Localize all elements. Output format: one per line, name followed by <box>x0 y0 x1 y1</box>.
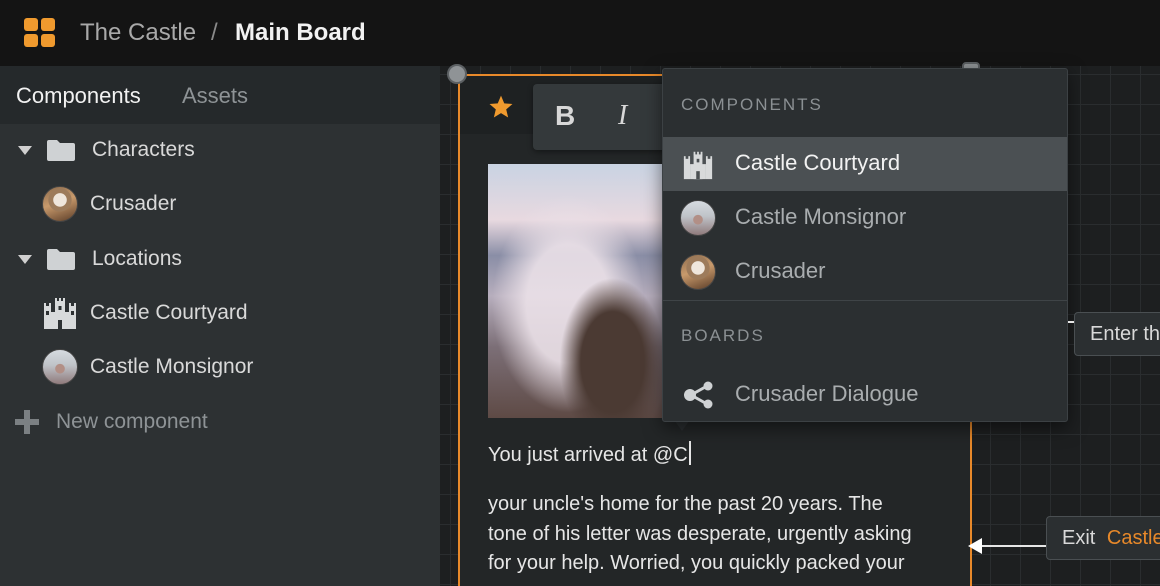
app-grid-icon[interactable] <box>24 18 55 47</box>
avatar <box>680 254 716 290</box>
sidebar-item-label: Castle Monsignor <box>90 355 254 378</box>
dropdown-item-crusader-dialogue[interactable]: Crusader Dialogue <box>663 368 1067 422</box>
italic-button[interactable]: I <box>618 100 627 132</box>
sidebar-item-castle-courtyard[interactable]: Castle Courtyard <box>0 287 440 339</box>
folder-icon <box>47 249 75 270</box>
sidebar: Components Assets Characters Crusader Lo… <box>0 66 440 586</box>
format-toolbar: B I <box>533 84 673 150</box>
castle-icon <box>683 151 713 180</box>
bold-button[interactable]: B <box>555 100 575 132</box>
folder-icon <box>47 140 75 161</box>
top-bar: The Castle / Main Board <box>0 0 1160 66</box>
new-component-label: New component <box>56 410 208 433</box>
tab-assets[interactable]: Assets <box>182 81 248 111</box>
sidebar-tabs: Components Assets <box>0 66 440 124</box>
chevron-down-icon[interactable] <box>18 254 32 264</box>
dropdown-section-components: COMPONENTS <box>681 95 823 114</box>
sidebar-item-label: Characters <box>92 138 195 161</box>
node-image <box>488 164 666 418</box>
exit-node-label: Exit <box>1062 527 1096 549</box>
exit-node[interactable]: Exit Castle <box>1046 516 1160 560</box>
text-cursor <box>688 441 691 465</box>
enter-node-label: Enter th <box>1090 323 1160 345</box>
editor-typed-line[interactable]: You just arrived at @C <box>488 441 691 467</box>
sidebar-item-label: Crusader <box>90 192 177 215</box>
breadcrumb-project[interactable]: The Castle <box>80 18 196 48</box>
dropdown-item-castle-monsignor[interactable]: Castle Monsignor <box>663 191 1067 245</box>
dropdown-item-crusader[interactable]: Crusader <box>663 245 1067 299</box>
arrow-left-icon <box>968 538 982 554</box>
dropdown-item-label: Castle Courtyard <box>735 150 901 175</box>
editor-paragraph-line[interactable]: your uncle's home for the past 20 years.… <box>488 493 883 516</box>
new-component-button[interactable]: New component <box>0 396 440 448</box>
tab-components[interactable]: Components <box>16 81 141 111</box>
sidebar-item-crusader[interactable]: Crusader <box>0 178 440 230</box>
enter-node[interactable]: Enter th <box>1074 312 1160 356</box>
chevron-down-icon[interactable] <box>18 145 32 155</box>
connection-handle[interactable] <box>447 64 467 84</box>
dropdown-item-label: Crusader <box>735 258 826 283</box>
editor-paragraph-line[interactable]: tone of his letter was desperate, urgent… <box>488 523 912 546</box>
breadcrumb-separator: / <box>211 19 218 46</box>
plus-icon <box>15 410 39 434</box>
sidebar-folder-locations[interactable]: Locations <box>0 233 440 285</box>
mention-dropdown: COMPONENTS Castle Courtyard Castle Monsi… <box>662 68 1068 422</box>
sidebar-item-castle-monsignor[interactable]: Castle Monsignor <box>0 341 440 393</box>
dropdown-item-label: Castle Monsignor <box>735 204 907 229</box>
connection-line <box>980 545 1048 547</box>
editor-paragraph-line[interactable]: for your help. Worried, you quickly pack… <box>488 552 905 575</box>
board-link-icon <box>684 381 713 409</box>
castle-icon <box>44 298 76 329</box>
sidebar-item-label: Locations <box>92 247 182 270</box>
dropdown-item-castle-courtyard[interactable]: Castle Courtyard <box>663 137 1067 191</box>
sidebar-item-label: Castle Courtyard <box>90 301 248 324</box>
sidebar-folder-characters[interactable]: Characters <box>0 124 440 176</box>
dropdown-item-label: Crusader Dialogue <box>735 381 919 406</box>
avatar <box>680 200 716 236</box>
dropdown-divider <box>663 300 1067 301</box>
avatar <box>42 349 78 385</box>
avatar <box>42 186 78 222</box>
exit-node-link[interactable]: Castle <box>1101 517 1160 550</box>
breadcrumb-board: Main Board <box>235 19 366 46</box>
dropdown-section-boards: BOARDS <box>681 326 765 345</box>
star-icon[interactable] <box>488 94 514 120</box>
